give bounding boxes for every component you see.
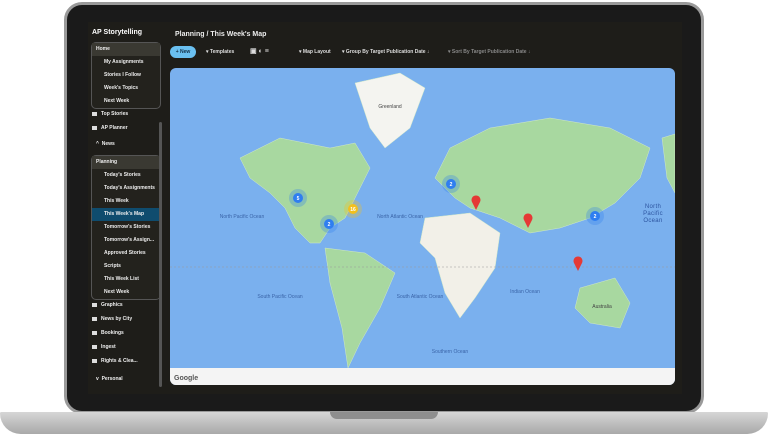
sort-by-label: Sort By Target Publication Date bbox=[451, 49, 527, 55]
north-america-right bbox=[661, 133, 675, 194]
sidebar-item[interactable]: Today's Stories bbox=[92, 169, 160, 182]
main-panel: Planning / This Week's Map + New ▾ Templ… bbox=[166, 22, 682, 394]
cluster-marker[interactable]: 2 bbox=[586, 207, 604, 225]
sidebar-item[interactable]: Tomorrow's Assign... bbox=[92, 234, 160, 247]
sort-by-button[interactable]: ▾ Sort By Target Publication Date ↓ bbox=[448, 49, 530, 55]
svg-text:16: 16 bbox=[350, 207, 356, 213]
map-layout-button[interactable]: ▾ Map Layout bbox=[299, 49, 331, 55]
landmasses bbox=[170, 72, 675, 385]
laptop-notch bbox=[330, 412, 438, 419]
templates-label: Templates bbox=[209, 49, 235, 55]
pin-marker[interactable] bbox=[573, 256, 583, 271]
folder-rights[interactable]: Rights & Clea... bbox=[92, 355, 138, 367]
label-spo: South Pacific Ocean bbox=[257, 294, 303, 300]
svg-text:2: 2 bbox=[450, 182, 453, 188]
sidebar-item-home[interactable]: Home bbox=[92, 43, 160, 56]
sidebar-item[interactable]: Next Week bbox=[92, 95, 160, 108]
folder-ap-planner[interactable]: AP Planner bbox=[92, 122, 128, 134]
sidebar-item-planning[interactable]: Planning bbox=[92, 156, 160, 169]
folder-bookings[interactable]: Bookings bbox=[92, 327, 124, 339]
group-by-label: Group By Target Publication Date bbox=[345, 49, 426, 55]
sidebar-item[interactable]: This Week bbox=[92, 195, 160, 208]
cluster-marker[interactable]: 2 bbox=[320, 215, 338, 233]
map-layout-label: Map Layout bbox=[302, 49, 331, 55]
sidebar-item[interactable]: My Assignments bbox=[92, 56, 160, 69]
home-group: Home My Assignments Stories I Follow Wee… bbox=[91, 42, 161, 109]
app-title: AP Storytelling bbox=[92, 29, 143, 36]
sidebar-item[interactable]: Next Week bbox=[92, 286, 160, 299]
personal-section[interactable]: v Personal bbox=[96, 376, 123, 382]
africa bbox=[419, 212, 501, 319]
personal-label: Personal bbox=[101, 376, 123, 382]
label-npo-right: North Pacific Ocean bbox=[643, 204, 663, 224]
page-title: Planning / This Week's Map bbox=[175, 31, 267, 38]
label-australia: Australia bbox=[592, 304, 612, 310]
sidebar-scrollbar[interactable] bbox=[159, 122, 162, 387]
svg-text:2: 2 bbox=[328, 222, 331, 228]
sidebar-item[interactable]: Stories I Follow bbox=[92, 69, 160, 82]
google-attribution: Google bbox=[174, 375, 198, 382]
north-america bbox=[239, 137, 371, 244]
templates-button[interactable]: ▾ Templates bbox=[206, 49, 234, 55]
greenland bbox=[354, 72, 426, 149]
sidebar-item[interactable]: This Week List bbox=[92, 273, 160, 286]
cluster-marker[interactable]: 5 bbox=[289, 189, 307, 207]
folder-news-by-city[interactable]: News by City bbox=[92, 313, 132, 325]
svg-text:2: 2 bbox=[594, 214, 597, 220]
australia bbox=[574, 277, 631, 329]
sidebar-item[interactable]: Today's Assignments bbox=[92, 182, 160, 195]
cluster-marker[interactable]: 2 bbox=[442, 175, 460, 193]
label-sao: South Atlantic Ocean bbox=[397, 294, 444, 300]
south-america bbox=[324, 247, 396, 369]
svg-text:5: 5 bbox=[297, 196, 300, 202]
view-icons[interactable]: ▣ ◐ ≡ bbox=[250, 47, 269, 55]
world-map[interactable]: Greenland North Pacific Ocean North Atla… bbox=[170, 68, 675, 385]
app-screen: AP Storytelling Home My Assignments Stor… bbox=[88, 22, 682, 394]
map-canvas[interactable]: Greenland North Pacific Ocean North Atla… bbox=[170, 68, 675, 385]
antarctica bbox=[170, 368, 675, 385]
news-section[interactable]: ^ News bbox=[96, 141, 115, 147]
planning-group: Planning Today's Stories Today's Assignm… bbox=[91, 155, 161, 300]
sidebar-item-selected[interactable]: This Week's Map bbox=[92, 208, 160, 221]
group-by-button[interactable]: ▾ Group By Target Publication Date ↓ bbox=[342, 49, 429, 55]
sidebar-item[interactable]: Week's Topics bbox=[92, 82, 160, 95]
folder-ingest[interactable]: Ingest bbox=[92, 341, 116, 353]
sidebar-item[interactable]: Tomorrow's Stories bbox=[92, 221, 160, 234]
label-so: Southern Ocean bbox=[432, 349, 469, 355]
news-label: News bbox=[101, 141, 115, 147]
label-io: Indian Ocean bbox=[510, 289, 540, 295]
folder-graphics[interactable]: Graphics bbox=[92, 299, 123, 311]
new-button[interactable]: + New bbox=[170, 46, 196, 58]
label-npo: North Pacific Ocean bbox=[220, 214, 265, 220]
sidebar-item[interactable]: Scripts bbox=[92, 260, 160, 273]
cluster-marker[interactable]: 16 bbox=[344, 200, 362, 218]
label-nao: North Atlantic Ocean bbox=[377, 214, 423, 220]
folder-top-stories[interactable]: Top Stories bbox=[92, 108, 128, 120]
sidebar-item[interactable]: Approved Stories bbox=[92, 247, 160, 260]
label-greenland: Greenland bbox=[378, 104, 402, 110]
sidebar: AP Storytelling Home My Assignments Stor… bbox=[88, 22, 166, 394]
